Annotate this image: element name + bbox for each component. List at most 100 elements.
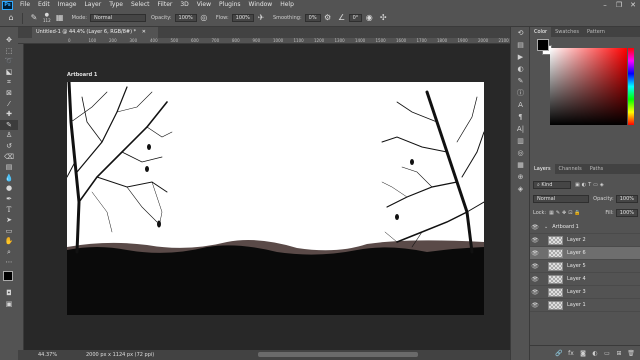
eyedropper-tool-icon[interactable]: ⁄ xyxy=(0,99,18,110)
menu-plugins[interactable]: Plugins xyxy=(215,0,245,10)
foreground-color-swatch[interactable] xyxy=(537,39,549,51)
quick-mask-icon[interactable]: ◘ xyxy=(0,288,18,299)
lasso-tool-icon[interactable]: ➰ xyxy=(0,56,18,67)
crop-tool-icon[interactable]: ⌗ xyxy=(0,77,18,88)
visibility-eye-icon[interactable]: 👁 xyxy=(530,263,540,270)
marquee-tool-icon[interactable]: ⬚ xyxy=(0,46,18,57)
menu-select[interactable]: Select xyxy=(127,0,154,10)
tab-paths[interactable]: Paths xyxy=(586,164,608,174)
visibility-eye-icon[interactable]: 👁 xyxy=(530,250,540,257)
color-picker-field[interactable] xyxy=(550,48,627,125)
frame-tool-icon[interactable]: ⊠ xyxy=(0,88,18,99)
artboard[interactable] xyxy=(67,82,484,315)
info-icon[interactable]: ⓘ xyxy=(511,87,530,99)
gradient-tool-icon[interactable]: ▤ xyxy=(0,162,18,173)
filter-icons[interactable]: ▣◐T▭◈ xyxy=(575,182,606,188)
menu-help[interactable]: Help xyxy=(276,0,298,10)
visibility-eye-icon[interactable]: 👁 xyxy=(530,302,540,309)
add-mask-icon[interactable]: ◙ xyxy=(577,350,589,357)
object-select-tool-icon[interactable]: ⬕ xyxy=(0,67,18,78)
layer-row[interactable]: 👁 Layer 1 xyxy=(530,299,640,312)
adjustments-icon[interactable]: ◐ xyxy=(511,63,530,75)
smoothing-settings-icon[interactable]: ⚙ xyxy=(323,13,333,23)
blend-mode-select[interactable]: Normal xyxy=(533,194,590,203)
expand-arrow-icon[interactable]: ⌄ xyxy=(544,224,548,230)
menu-view[interactable]: View xyxy=(193,0,215,10)
move-tool-icon[interactable]: ✥ xyxy=(0,35,18,46)
color-swatches[interactable] xyxy=(0,268,18,288)
new-layer-icon[interactable]: ⊞ xyxy=(613,350,625,357)
lock-icons[interactable]: ▦✎✥⊡🔒 xyxy=(549,210,583,216)
zoom-level[interactable]: 44.37% xyxy=(38,352,66,358)
3d-icon[interactable]: ◈ xyxy=(511,183,530,195)
close-tab-icon[interactable]: ✕ xyxy=(142,29,146,35)
link-layers-icon[interactable]: 🔗 xyxy=(553,350,565,357)
pressure-size-icon[interactable]: ◉ xyxy=(364,13,374,23)
document-tab[interactable]: Untitled-1 @ 44.4% (Layer 6, RGB/8#) * ✕ xyxy=(32,27,158,38)
menu-file[interactable]: File xyxy=(16,0,34,10)
healing-brush-tool-icon[interactable]: ✚ xyxy=(0,109,18,120)
more-tools-icon[interactable]: ⋯ xyxy=(0,257,18,268)
flow-input[interactable]: 100% xyxy=(231,14,254,22)
tab-pattern[interactable]: Pattern xyxy=(583,27,609,37)
menu-window[interactable]: Window xyxy=(245,0,277,10)
history-brush-tool-icon[interactable]: ↺ xyxy=(0,141,18,152)
brush-tool-icon[interactable]: ✎ xyxy=(0,119,18,131)
visibility-eye-icon[interactable]: 👁 xyxy=(530,276,540,283)
fx-icon[interactable]: fx xyxy=(565,350,577,357)
paragraph-icon[interactable]: ¶ xyxy=(511,111,530,123)
layer-row[interactable]: 👁 Layer 4 xyxy=(530,273,640,286)
brushes-icon[interactable]: ✎ xyxy=(511,75,530,87)
libraries-icon[interactable]: ▦ xyxy=(511,159,530,171)
glyphs-icon[interactable]: A xyxy=(511,99,530,111)
character-icon[interactable]: A| xyxy=(511,123,530,135)
layer-row[interactable]: 👁 Layer 2 xyxy=(530,234,640,247)
type-tool-icon[interactable]: T xyxy=(0,205,18,216)
layer-row[interactable]: 👁 Layer 3 xyxy=(530,286,640,299)
airbrush-icon[interactable]: ✈ xyxy=(256,13,266,23)
home-icon[interactable]: ⌂ xyxy=(6,13,16,23)
menu-filter[interactable]: Filter xyxy=(154,0,177,10)
smoothing-input[interactable]: 0% xyxy=(304,14,321,22)
actions-icon[interactable]: ▶ xyxy=(511,51,530,63)
menu-type[interactable]: Type xyxy=(105,0,127,10)
artboard-group-row[interactable]: 👁 ⌄ Artboard 1 xyxy=(530,221,640,234)
opacity-input[interactable]: 100% xyxy=(174,14,197,22)
pen-tool-icon[interactable]: ✒ xyxy=(0,194,18,205)
filter-kind-select[interactable]: ⌕ Kind xyxy=(533,180,571,189)
brush-preset-picker[interactable]: ● 112 xyxy=(43,13,51,24)
tab-layers[interactable]: Layers xyxy=(530,164,555,174)
blur-tool-icon[interactable]: 💧 xyxy=(0,173,18,184)
pressure-opacity-icon[interactable]: ◎ xyxy=(199,13,209,23)
navigator-icon[interactable]: ◎ xyxy=(511,147,530,159)
layer-opacity-input[interactable]: 100% xyxy=(615,194,638,203)
horizontal-scrollbar[interactable] xyxy=(258,352,418,357)
layer-row[interactable]: 👁 Layer 5 xyxy=(530,260,640,273)
visibility-eye-icon[interactable]: 👁 xyxy=(530,289,540,296)
screen-mode-icon[interactable]: ▣ xyxy=(0,299,18,310)
path-select-tool-icon[interactable]: ➤ xyxy=(0,215,18,226)
layer-row[interactable]: 👁 Layer 6 xyxy=(530,247,640,260)
rectangle-tool-icon[interactable]: ▭ xyxy=(0,226,18,237)
maximize-button[interactable]: ❐ xyxy=(612,0,626,10)
angle-input[interactable]: 0° xyxy=(348,14,363,22)
dodge-tool-icon[interactable]: ● xyxy=(0,183,18,194)
fill-input[interactable]: 100% xyxy=(615,208,638,217)
new-group-icon[interactable]: ▭ xyxy=(601,350,613,357)
visibility-eye-icon[interactable]: 👁 xyxy=(530,224,540,231)
menu-layer[interactable]: Layer xyxy=(80,0,105,10)
hand-tool-icon[interactable]: ✋ xyxy=(0,236,18,247)
tab-swatches[interactable]: Swatches xyxy=(551,27,583,37)
eraser-tool-icon[interactable]: ⌫ xyxy=(0,152,18,163)
visibility-eye-icon[interactable]: 👁 xyxy=(530,237,540,244)
tab-channels[interactable]: Channels xyxy=(555,164,586,174)
tab-color[interactable]: Color xyxy=(530,27,552,37)
brush-settings-icon[interactable]: ▦ xyxy=(55,13,65,23)
clone-source-icon[interactable]: ⊕ xyxy=(511,171,530,183)
menu-edit[interactable]: Edit xyxy=(34,0,54,10)
close-button[interactable]: ✕ xyxy=(626,0,640,10)
minimize-button[interactable]: – xyxy=(598,0,612,10)
brush-tool-icon[interactable]: ✎ xyxy=(29,13,39,23)
properties-icon[interactable]: ▤ xyxy=(511,39,530,51)
foreground-color-swatch[interactable] xyxy=(3,271,13,282)
